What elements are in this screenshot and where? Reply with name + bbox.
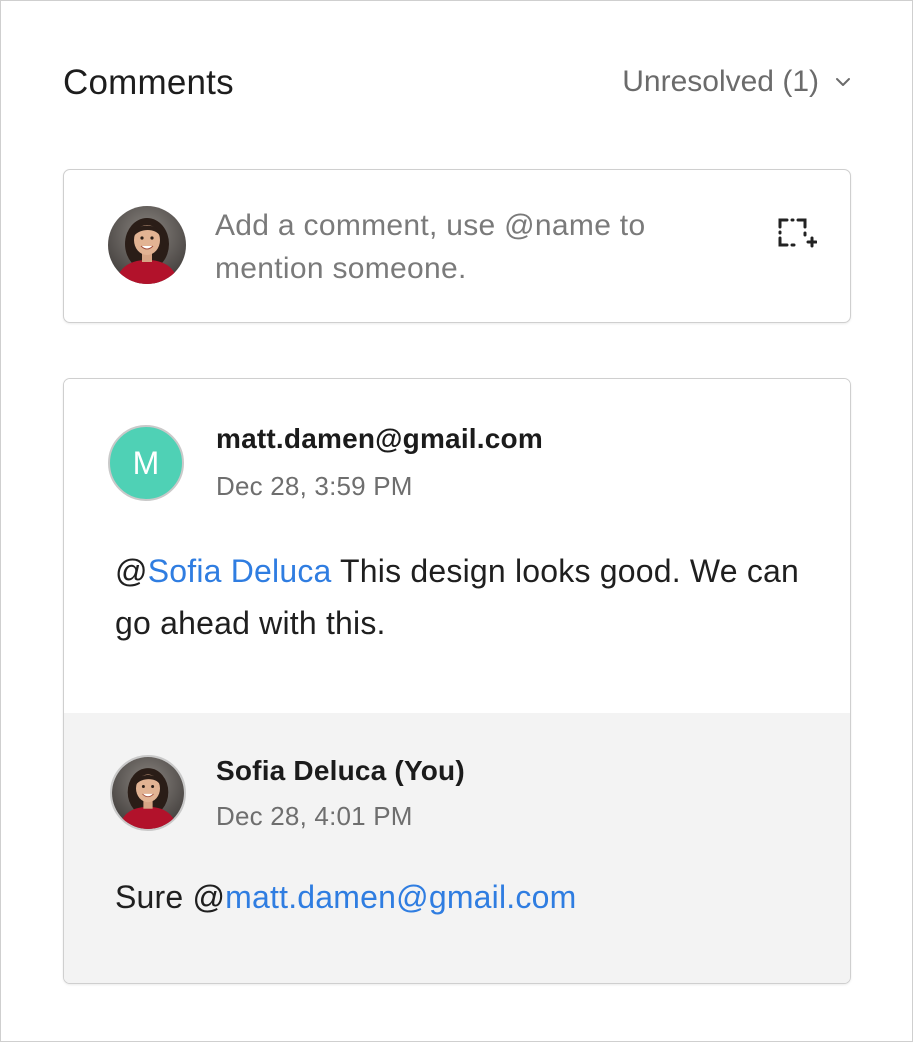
comment-item: M matt.damen@gmail.com Dec 28, 3:59 PM @… <box>64 379 850 713</box>
reply-item: Sofia Deluca (You) Dec 28, 4:01 PM Sure … <box>64 713 850 983</box>
comment-thread: M matt.damen@gmail.com Dec 28, 3:59 PM @… <box>63 378 851 984</box>
comment-author: matt.damen@gmail.com <box>216 423 543 454</box>
screenshot-add-icon[interactable] <box>777 216 818 252</box>
chevron-down-icon <box>833 72 853 92</box>
filter-dropdown[interactable]: Unresolved (1) <box>622 65 853 99</box>
mention-link[interactable]: Sofia Deluca <box>148 553 332 589</box>
comment-timestamp: Dec 28, 3:59 PM <box>216 471 413 501</box>
comment-body: @Sofia Deluca This design looks good. We… <box>115 545 815 649</box>
reply-timestamp: Dec 28, 4:01 PM <box>216 801 413 831</box>
reply-author: Sofia Deluca (You) <box>216 755 465 786</box>
comments-header: Comments Unresolved (1) <box>63 61 853 107</box>
reply-body: Sure @matt.damen@gmail.com <box>115 871 815 923</box>
comment-composer[interactable]: Add a comment, use @name to mention some… <box>63 169 851 323</box>
avatar <box>110 755 186 831</box>
comment-input[interactable]: Add a comment, use @name to mention some… <box>215 204 755 290</box>
avatar <box>108 206 186 284</box>
mention-link[interactable]: matt.damen@gmail.com <box>225 879 576 915</box>
avatar: M <box>108 425 184 501</box>
reply-text: Sure @ <box>115 879 226 915</box>
mention-prefix: @ <box>115 553 148 589</box>
comments-panel: Comments Unresolved (1) Add a comment, u… <box>0 0 913 1042</box>
page-title: Comments <box>63 63 234 102</box>
filter-label: Unresolved (1) <box>622 65 819 98</box>
